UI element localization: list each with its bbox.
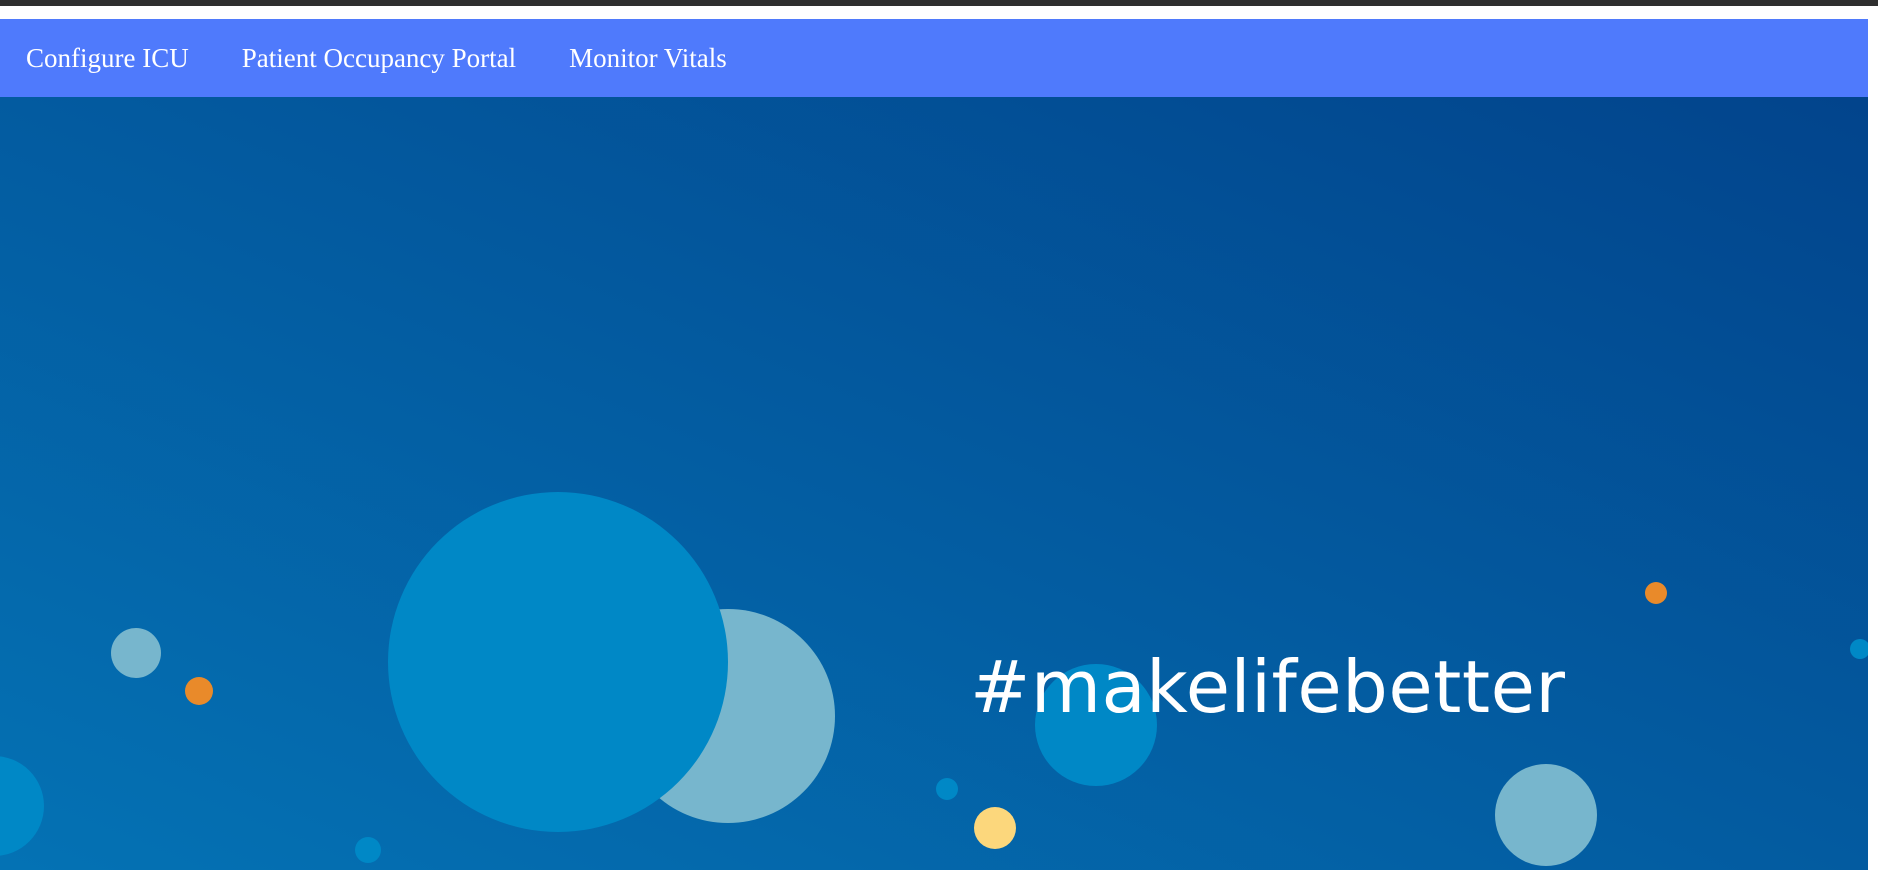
nav-link-monitor-vitals[interactable]: Monitor Vitals bbox=[569, 43, 727, 74]
hero-banner-image: #makelifebetter bbox=[0, 97, 1868, 870]
bubble-decoration bbox=[1645, 582, 1667, 604]
bubble-decoration bbox=[355, 837, 381, 863]
top-navbar: Configure ICU Patient Occupancy Portal M… bbox=[0, 19, 1868, 97]
bubble-decoration bbox=[936, 778, 958, 800]
bubble-decoration bbox=[1495, 764, 1597, 866]
hero-background bbox=[0, 97, 1868, 870]
hero-banner: #makelifebetter bbox=[0, 97, 1868, 870]
hero-tagline: #makelifebetter bbox=[970, 645, 1566, 729]
window-top-strip bbox=[0, 0, 1878, 6]
bubble-decoration bbox=[974, 807, 1016, 849]
nav-link-configure-icu[interactable]: Configure ICU bbox=[26, 43, 189, 74]
bubble-decoration bbox=[388, 492, 728, 832]
bubble-decoration bbox=[185, 677, 213, 705]
bubble-decoration bbox=[111, 628, 161, 678]
nav-link-patient-occupancy-portal[interactable]: Patient Occupancy Portal bbox=[242, 43, 516, 74]
